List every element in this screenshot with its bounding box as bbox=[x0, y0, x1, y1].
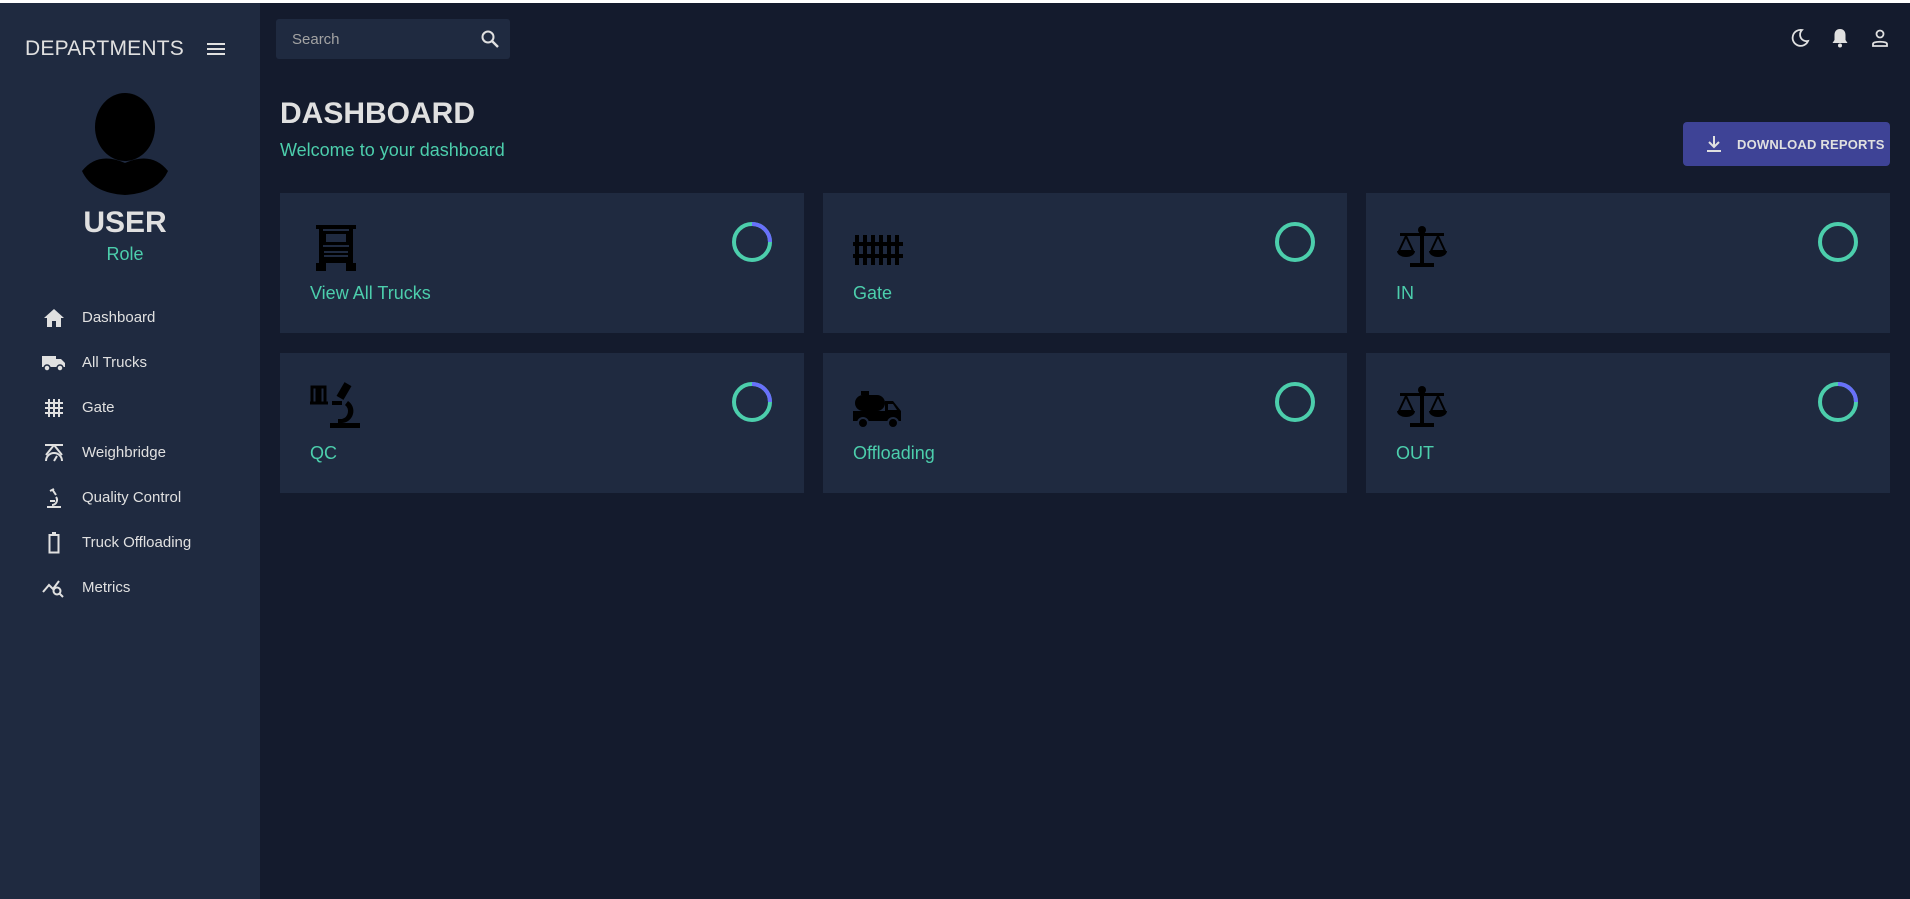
card-label: QC bbox=[310, 443, 337, 463]
sidebar-header: DEPARTMENTS bbox=[25, 37, 228, 61]
download-reports-button[interactable]: DOWNLOAD REPORTS bbox=[1683, 122, 1890, 166]
sidebar-item-all-trucks[interactable]: All Trucks bbox=[0, 340, 260, 385]
card-out[interactable]: OUT bbox=[1366, 353, 1890, 493]
progress-ring bbox=[1818, 382, 1858, 422]
truck-icon bbox=[42, 351, 66, 375]
sidebar: DEPARTMENTS USER Role Dashboard All Truc… bbox=[0, 3, 260, 899]
sidebar-item-quality-control[interactable]: Quality Control bbox=[0, 475, 260, 520]
card-offloading[interactable]: Offloading bbox=[823, 353, 1347, 493]
tanker-truck-icon bbox=[853, 381, 905, 433]
search-input[interactable] bbox=[276, 30, 466, 48]
balance-scale-icon bbox=[1396, 381, 1448, 433]
card-label: Gate bbox=[853, 283, 893, 303]
sidebar-item-weighbridge[interactable]: Weighbridge bbox=[0, 430, 260, 475]
dark-mode-icon[interactable] bbox=[1788, 26, 1812, 50]
card-label: IN bbox=[1396, 283, 1414, 303]
progress-ring bbox=[732, 382, 772, 422]
card-view-all-trucks[interactable]: View All Trucks bbox=[280, 193, 804, 333]
battery-icon bbox=[42, 531, 66, 555]
progress-ring bbox=[1818, 222, 1858, 262]
user-role: Role bbox=[106, 244, 144, 264]
scale-icon bbox=[42, 441, 66, 465]
sidebar-item-truck-offloading[interactable]: Truck Offloading bbox=[0, 520, 260, 565]
card-label: OUT bbox=[1396, 443, 1434, 463]
sidebar-item-label: Truck Offloading bbox=[82, 534, 192, 551]
progress-ring bbox=[1275, 222, 1315, 262]
sidebar-item-label: Dashboard bbox=[82, 309, 156, 326]
card-in[interactable]: IN bbox=[1366, 193, 1890, 333]
menu-icon[interactable] bbox=[204, 37, 228, 61]
balance-scale-icon bbox=[1396, 221, 1448, 273]
top-edge-line bbox=[0, 0, 1910, 3]
card-label: View All Trucks bbox=[310, 283, 431, 303]
query-stats-icon bbox=[42, 576, 66, 600]
person-icon[interactable] bbox=[1868, 26, 1892, 50]
semi-truck-icon bbox=[310, 221, 362, 273]
sidebar-item-label: All Trucks bbox=[82, 354, 148, 371]
sidebar-item-label: Weighbridge bbox=[82, 444, 166, 461]
page-title: DASHBOARD bbox=[280, 97, 475, 130]
download-icon bbox=[1703, 133, 1725, 155]
sidebar-item-label: Quality Control bbox=[82, 489, 182, 506]
user-name: USER bbox=[83, 206, 167, 239]
microscope-icon bbox=[42, 486, 66, 510]
home-icon bbox=[42, 306, 66, 330]
fence-icon bbox=[853, 221, 905, 273]
sidebar-item-metrics[interactable]: Metrics bbox=[0, 565, 260, 610]
search-icon[interactable] bbox=[478, 27, 502, 51]
sidebar-item-dashboard[interactable]: Dashboard bbox=[0, 295, 260, 340]
avatar bbox=[78, 93, 172, 197]
sidebar-item-gate[interactable]: Gate bbox=[0, 385, 260, 430]
progress-ring bbox=[1275, 382, 1315, 422]
notifications-icon[interactable] bbox=[1828, 26, 1852, 50]
card-gate[interactable]: Gate bbox=[823, 193, 1347, 333]
sidebar-nav: Dashboard All Trucks Gate Weighbridge Qu… bbox=[0, 295, 260, 610]
sidebar-item-label: Gate bbox=[82, 399, 115, 416]
card-label: Offloading bbox=[853, 443, 935, 463]
progress-ring bbox=[732, 222, 772, 262]
sidebar-item-label: Metrics bbox=[82, 579, 131, 596]
sidebar-title: DEPARTMENTS bbox=[25, 37, 184, 60]
topbar-icons bbox=[1788, 26, 1892, 50]
page-subtitle: Welcome to your dashboard bbox=[280, 140, 505, 160]
download-reports-label: DOWNLOAD REPORTS bbox=[1737, 136, 1885, 152]
lab-microscope-icon bbox=[310, 381, 362, 433]
card-qc[interactable]: QC bbox=[280, 353, 804, 493]
search-box bbox=[276, 19, 510, 59]
gate-grid-icon bbox=[42, 396, 66, 420]
